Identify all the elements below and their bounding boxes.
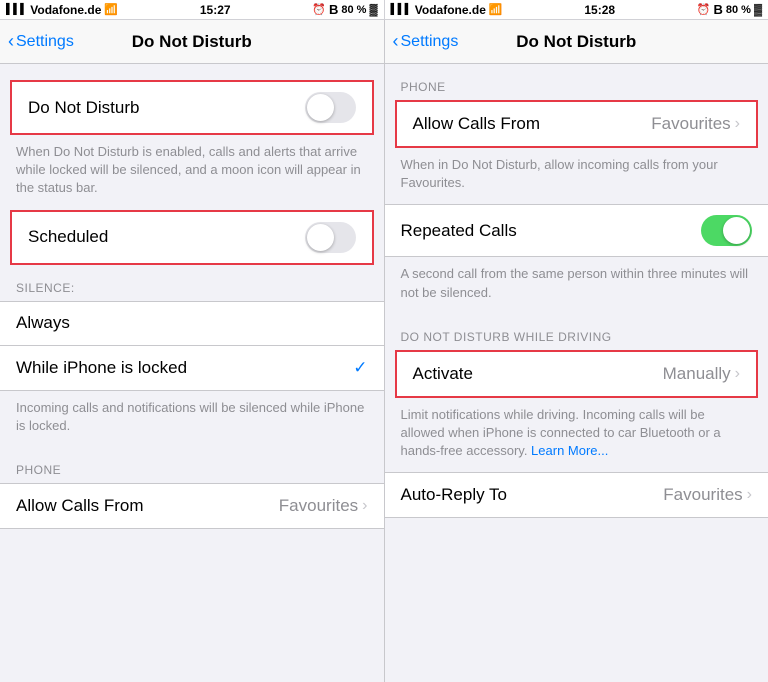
nav-bar-left: ‹ Settings Do Not Disturb	[0, 20, 384, 64]
silence-options-group: Always While iPhone is locked ✓	[0, 301, 384, 391]
always-label: Always	[16, 313, 368, 333]
left-icons: ▌▌▌ Vodafone.de 📶	[6, 3, 118, 17]
dnd-toggle-row[interactable]: Do Not Disturb	[12, 82, 372, 133]
wifi-icon-right: 📶	[489, 3, 503, 16]
silence-header: SILENCE:	[0, 265, 384, 301]
silence-description: Incoming calls and notifications will be…	[0, 391, 384, 447]
allow-calls-label-left: Allow Calls From	[16, 496, 279, 516]
allow-calls-label-right: Allow Calls From	[413, 114, 652, 134]
screens: ‹ Settings Do Not Disturb Do Not Disturb…	[0, 20, 768, 682]
dnd-description: When Do Not Disturb is enabled, calls an…	[0, 135, 384, 210]
while-locked-check: ✓	[353, 358, 367, 378]
scheduled-toggle-row[interactable]: Scheduled	[12, 212, 372, 263]
allow-calls-chevron-right: ›	[735, 115, 740, 133]
page-title-left: Do Not Disturb	[132, 32, 252, 52]
time-left: 15:27	[200, 3, 231, 17]
repeated-calls-row[interactable]: Repeated Calls	[385, 205, 768, 256]
repeated-calls-description: A second call from the same person withi…	[385, 257, 768, 313]
allow-calls-value-right: Favourites	[651, 114, 730, 134]
back-button-left[interactable]: ‹ Settings	[8, 31, 74, 52]
page-title-right: Do Not Disturb	[516, 32, 636, 52]
allow-calls-value-left: Favourites	[279, 496, 358, 516]
status-bar-right: ▌▌▌ Vodafone.de 📶 15:28 ⏰ B 80 % ▓	[384, 0, 768, 20]
content-right: PHONE Allow Calls From Favourites › When…	[385, 64, 768, 682]
repeated-calls-toggle[interactable]	[701, 215, 752, 246]
battery-text-right: 80 %	[726, 4, 751, 16]
auto-reply-label: Auto-Reply To	[401, 485, 664, 505]
activate-row[interactable]: Activate Manually ›	[397, 352, 757, 396]
status-bar-left: ▌▌▌ Vodafone.de 📶 15:27 ⏰ B 80 % ▓	[0, 0, 384, 20]
dnd-driving-description: Limit notifications while driving. Incom…	[385, 398, 768, 473]
right-icons-left: ⏰ B 80 % ▓	[312, 2, 377, 17]
phone-header-left: PHONE	[0, 447, 384, 483]
auto-reply-value: Favourites	[663, 485, 742, 505]
carrier-name: Vodafone.de	[30, 3, 101, 17]
scheduled-toggle-knob	[307, 224, 334, 251]
content-left: Do Not Disturb When Do Not Disturb is en…	[0, 64, 384, 682]
nav-bar-right: ‹ Settings Do Not Disturb	[385, 20, 768, 64]
dnd-driving-header: DO NOT DISTURB WHILE DRIVING	[385, 314, 768, 350]
dnd-toggle-group: Do Not Disturb	[10, 80, 374, 135]
back-label-left: Settings	[16, 33, 74, 51]
signal-icon: ▌▌▌	[6, 4, 27, 15]
allow-calls-description: When in Do Not Disturb, allow incoming c…	[385, 148, 768, 204]
activate-chevron: ›	[735, 365, 740, 383]
auto-reply-chevron: ›	[747, 486, 752, 504]
alarm-icon-right: ⏰	[697, 3, 711, 16]
allow-calls-chevron-left: ›	[362, 497, 367, 515]
scheduled-toggle[interactable]	[305, 222, 356, 253]
repeated-calls-group: Repeated Calls	[385, 204, 768, 257]
screen-left: ‹ Settings Do Not Disturb Do Not Disturb…	[0, 20, 384, 682]
dnd-driving-group: Activate Manually ›	[395, 350, 759, 398]
back-chevron-right: ‹	[393, 31, 399, 52]
allow-calls-row-left[interactable]: Allow Calls From Favourites ›	[0, 484, 384, 528]
wifi-icon: 📶	[104, 3, 118, 16]
auto-reply-group: Auto-Reply To Favourites ›	[385, 472, 768, 518]
back-chevron-left: ‹	[8, 31, 14, 52]
always-row[interactable]: Always	[0, 302, 384, 346]
back-label-right: Settings	[401, 33, 459, 51]
screen-right: ‹ Settings Do Not Disturb PHONE Allow Ca…	[384, 20, 768, 682]
allow-calls-row-right[interactable]: Allow Calls From Favourites ›	[397, 102, 757, 146]
time-right: 15:28	[584, 3, 615, 17]
dnd-toggle[interactable]	[305, 92, 356, 123]
alarm-icon: ⏰	[312, 3, 326, 16]
repeated-calls-label: Repeated Calls	[401, 221, 702, 241]
allow-calls-group-left: Allow Calls From Favourites ›	[0, 483, 384, 529]
auto-reply-row[interactable]: Auto-Reply To Favourites ›	[385, 473, 768, 517]
repeated-calls-knob	[723, 217, 750, 244]
scheduled-label: Scheduled	[28, 227, 305, 247]
signal-icon-right: ▌▌▌	[391, 4, 412, 15]
learn-more-link[interactable]: Learn More...	[531, 443, 608, 458]
while-locked-row[interactable]: While iPhone is locked ✓	[0, 346, 384, 390]
back-button-right[interactable]: ‹ Settings	[393, 31, 459, 52]
battery-icon-right: ▓	[754, 4, 762, 16]
bluetooth-icon: B	[329, 2, 338, 17]
phone-header-right: PHONE	[385, 64, 768, 100]
dnd-toggle-knob	[307, 94, 334, 121]
battery-icon: ▓	[369, 4, 377, 16]
scheduled-toggle-group: Scheduled	[10, 210, 374, 265]
bluetooth-icon-right: B	[714, 2, 723, 17]
carrier-name-right: Vodafone.de	[415, 3, 486, 17]
right-icons-right: ⏰ B 80 % ▓	[697, 2, 762, 17]
battery-text: 80 %	[341, 4, 366, 16]
status-bars: ▌▌▌ Vodafone.de 📶 15:27 ⏰ B 80 % ▓ ▌▌▌ V…	[0, 0, 768, 20]
allow-calls-group-right: Allow Calls From Favourites ›	[395, 100, 759, 148]
right-left-icons: ▌▌▌ Vodafone.de 📶	[391, 3, 503, 17]
activate-value: Manually	[663, 364, 731, 384]
activate-label: Activate	[413, 364, 663, 384]
dnd-label: Do Not Disturb	[28, 98, 305, 118]
while-locked-label: While iPhone is locked	[16, 358, 353, 378]
